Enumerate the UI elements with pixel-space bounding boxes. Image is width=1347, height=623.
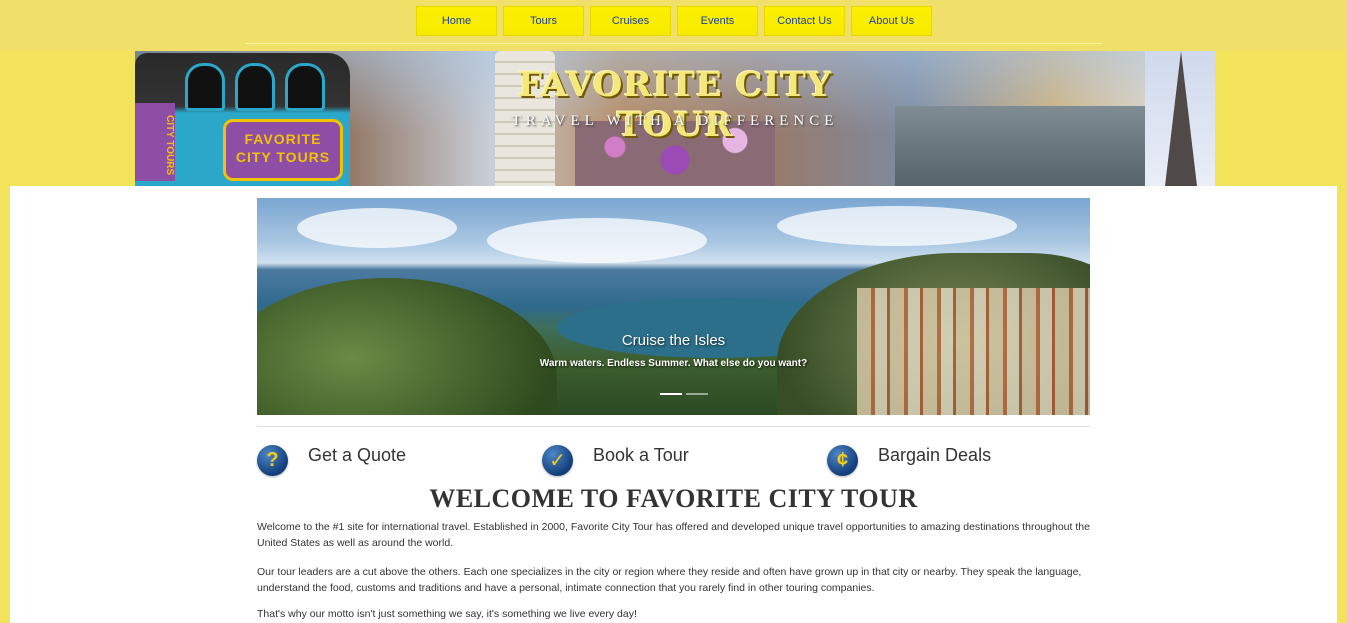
book-a-tour-link[interactable]: ✓ Book a Tour [542, 444, 689, 478]
feature-label: Bargain Deals [878, 445, 992, 465]
nav-contact-us[interactable]: Contact Us [764, 6, 845, 36]
feature-label: Get a Quote [308, 445, 407, 465]
welcome-paragraph: That's why our motto isn't just somethin… [257, 608, 637, 620]
venice-canal-image [895, 106, 1145, 186]
nav-tours[interactable]: Tours [503, 6, 584, 36]
header-banner: CITY TOURS FAVORITE CITY TOURS FAVORITE … [135, 51, 1215, 186]
top-nav-bar: Home Tours Cruises Events Contact Us Abo… [0, 0, 1347, 51]
site-title: FAVORITE CITY TOUR [517, 65, 833, 145]
nav-events[interactable]: Events [677, 6, 758, 36]
main-nav: Home Tours Cruises Events Contact Us Abo… [416, 6, 932, 36]
welcome-paragraph: Our tour leaders are a cut above the oth… [257, 566, 1082, 594]
cent-icon: ¢ [827, 445, 858, 476]
carousel-caption-title: Cruise the Isles [621, 332, 726, 349]
welcome-heading: WELCOME TO FAVORITE CITY TOUR [429, 484, 918, 513]
nav-divider [245, 43, 1101, 44]
carousel-caption-text: Warm waters. Endless Summer. What else d… [539, 358, 808, 369]
hero-carousel[interactable]: Cruise the Isles Warm waters. Endless Su… [257, 198, 1090, 415]
nav-cruises[interactable]: Cruises [590, 6, 671, 36]
carousel-indicators [660, 393, 708, 395]
nav-home[interactable]: Home [416, 6, 497, 36]
get-a-quote-link[interactable]: ? Get a Quote [257, 444, 406, 478]
bargain-deals-link[interactable]: ¢ Bargain Deals [827, 444, 991, 478]
eiffel-tower-image [1145, 51, 1215, 186]
welcome-paragraph: Welcome to the #1 site for international… [257, 521, 1090, 549]
trolley-side-sign: CITY TOURS [135, 103, 175, 181]
nav-about-us[interactable]: About Us [851, 6, 932, 36]
site-tagline: TRAVEL WITH A DIFFERENCE [511, 113, 839, 129]
carousel-indicator[interactable] [660, 393, 682, 395]
feature-links: ? Get a Quote ✓ Book a Tour ¢ Bargain De… [257, 444, 1090, 484]
main-content: Cruise the Isles Warm waters. Endless Su… [10, 186, 1337, 623]
check-icon: ✓ [542, 445, 573, 476]
trolley-logo: FAVORITE CITY TOURS [223, 119, 343, 181]
feature-label: Book a Tour [593, 445, 689, 465]
section-divider [257, 426, 1090, 427]
carousel-indicator[interactable] [686, 393, 708, 395]
question-icon: ? [257, 445, 288, 476]
